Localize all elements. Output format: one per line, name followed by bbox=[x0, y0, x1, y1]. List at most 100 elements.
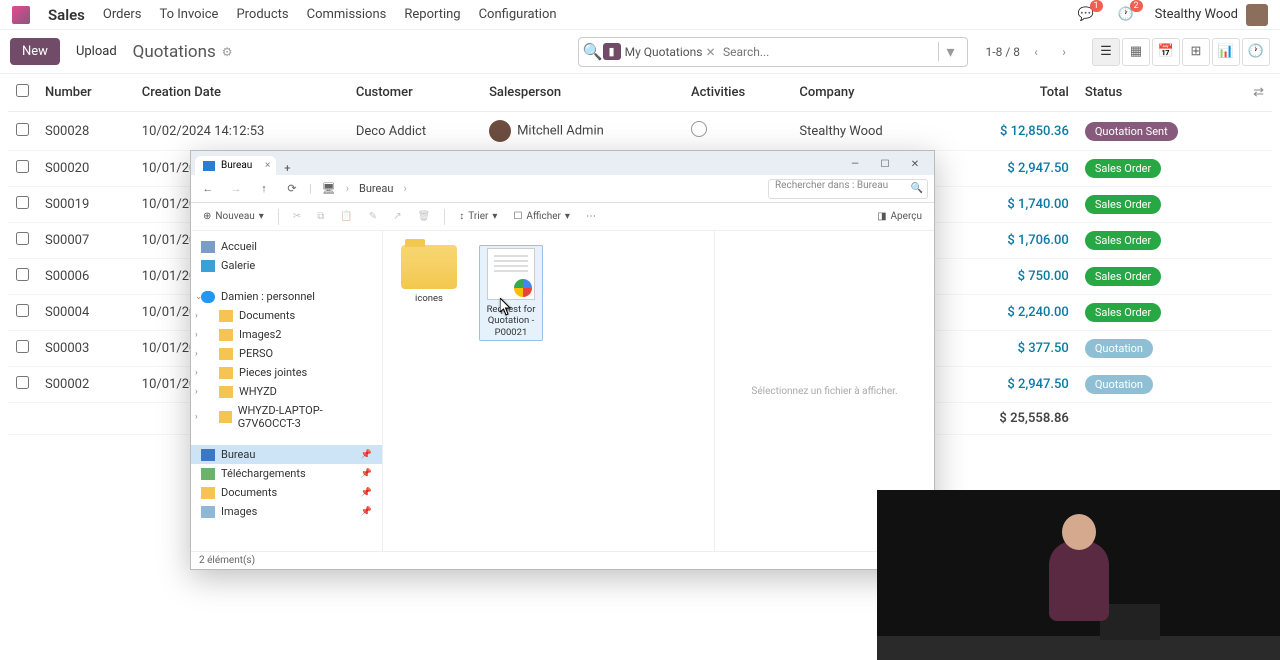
nav-back-icon[interactable]: ← bbox=[197, 178, 219, 200]
th-company[interactable]: Company bbox=[791, 74, 945, 112]
file-rfq[interactable]: Request for Quotation - P00021 bbox=[479, 245, 543, 341]
nav-reporting[interactable]: Reporting bbox=[404, 7, 460, 22]
sidebar-pieces[interactable]: ›Pieces jointes bbox=[191, 363, 382, 382]
search-box[interactable]: 🔍 ▮ My Quotations × ▾ bbox=[578, 37, 968, 67]
user-menu[interactable]: Stealthy Wood bbox=[1155, 4, 1268, 26]
cell-total: $ 12,850.36 bbox=[945, 112, 1077, 151]
cell-number: S00007 bbox=[37, 223, 134, 259]
explorer-toolbar: ⊕ Nouveau ▾ ✂ ⧉ 📋 ✎ ↗ 🗑 ↕ Trier ▾ ☐ Affi… bbox=[191, 203, 934, 231]
row-checkbox[interactable] bbox=[16, 376, 29, 389]
row-checkbox[interactable] bbox=[16, 232, 29, 245]
maximize-button[interactable]: ☐ bbox=[870, 153, 900, 175]
filter-remove[interactable]: × bbox=[706, 42, 715, 61]
th-total[interactable]: Total bbox=[945, 74, 1077, 112]
view-kanban[interactable]: ▦ bbox=[1122, 38, 1150, 66]
view-graph[interactable]: 📊 bbox=[1212, 38, 1240, 66]
cell-status: Sales Order bbox=[1077, 295, 1245, 331]
preview-hint: Sélectionnez un fichier à afficher. bbox=[751, 386, 897, 397]
nav-products[interactable]: Products bbox=[236, 7, 288, 22]
cell-status: Quotation Sent bbox=[1077, 112, 1245, 151]
sidebar-documents[interactable]: ›Documents bbox=[191, 306, 382, 325]
row-checkbox[interactable] bbox=[16, 196, 29, 209]
user-name: Stealthy Wood bbox=[1155, 7, 1238, 22]
row-checkbox[interactable] bbox=[16, 123, 29, 136]
row-checkbox[interactable] bbox=[16, 160, 29, 173]
close-window-button[interactable]: ✕ bbox=[900, 153, 930, 175]
view-menu-button[interactable]: ☐ Afficher ▾ bbox=[507, 209, 576, 224]
preview-toggle[interactable]: ◨ Aperçu bbox=[871, 209, 928, 224]
th-salesperson[interactable]: Salesperson bbox=[481, 74, 683, 112]
cell-activities[interactable] bbox=[683, 112, 791, 151]
nav-to-invoice[interactable]: To Invoice bbox=[159, 7, 218, 22]
filter-chip[interactable]: ▮ bbox=[603, 43, 621, 60]
view-calendar[interactable]: 📅 bbox=[1152, 38, 1180, 66]
upload-button[interactable]: Upload bbox=[68, 38, 125, 65]
app-logo[interactable] bbox=[12, 6, 30, 24]
select-all-checkbox[interactable] bbox=[16, 84, 29, 97]
view-list[interactable]: ☰ bbox=[1092, 38, 1120, 66]
clock-icon bbox=[691, 121, 707, 137]
nav-orders[interactable]: Orders bbox=[103, 7, 142, 22]
nav-forward-icon[interactable]: → bbox=[225, 178, 247, 200]
nav-up-icon[interactable]: ↑ bbox=[253, 178, 275, 200]
explorer-tab-label: Bureau bbox=[221, 160, 252, 171]
app-name[interactable]: Sales bbox=[48, 6, 85, 24]
expand-columns-icon[interactable]: ⇄ bbox=[1245, 74, 1272, 112]
pager-prev[interactable]: ‹ bbox=[1024, 40, 1048, 64]
cell-status: Quotation bbox=[1077, 331, 1245, 367]
th-activities[interactable]: Activities bbox=[683, 74, 791, 112]
sidebar-whyzd-laptop[interactable]: ›WHYZD-LAPTOP-G7V6OCCT-3 bbox=[191, 401, 382, 433]
th-customer[interactable]: Customer bbox=[348, 74, 481, 112]
nav-refresh-icon[interactable]: ⟳ bbox=[281, 178, 303, 200]
sidebar-documents2[interactable]: Documents📌 bbox=[191, 483, 382, 502]
sidebar-images2[interactable]: ›Images2 bbox=[191, 325, 382, 344]
sidebar-personal[interactable]: ⌄Damien : personnel bbox=[191, 287, 382, 306]
search-dropdown[interactable]: ▾ bbox=[938, 42, 963, 61]
folder-icones[interactable]: icones bbox=[397, 245, 461, 304]
cell-total: $ 377.50 bbox=[945, 331, 1077, 367]
cell-customer: Deco Addict bbox=[348, 112, 481, 151]
th-number[interactable]: Number bbox=[37, 74, 134, 112]
gear-icon[interactable]: ⚙ bbox=[222, 45, 233, 59]
view-pivot[interactable]: ⊞ bbox=[1182, 38, 1210, 66]
th-creation[interactable]: Creation Date bbox=[134, 74, 348, 112]
explorer-search[interactable]: Rechercher dans : Bureau 🔍 bbox=[768, 179, 928, 199]
status-badge: Sales Order bbox=[1085, 195, 1161, 214]
activities-icon[interactable]: 🕐2 bbox=[1115, 4, 1137, 26]
nav-commissions[interactable]: Commissions bbox=[307, 7, 387, 22]
explorer-tab[interactable]: Bureau × bbox=[195, 156, 276, 175]
row-checkbox[interactable] bbox=[16, 268, 29, 281]
cell-number: S00020 bbox=[37, 151, 134, 187]
nav-configuration[interactable]: Configuration bbox=[479, 7, 557, 22]
explorer-file-pane[interactable]: icones Request for Quotation - P00021 bbox=[383, 231, 714, 551]
sidebar-downloads[interactable]: Téléchargements📌 bbox=[191, 464, 382, 483]
sidebar-home[interactable]: Accueil bbox=[191, 237, 382, 256]
messages-badge: 1 bbox=[1090, 0, 1103, 12]
close-tab-icon[interactable]: × bbox=[265, 160, 270, 171]
sidebar-gallery[interactable]: Galerie bbox=[191, 256, 382, 275]
sidebar-bureau[interactable]: Bureau📌 bbox=[191, 445, 382, 464]
new-tab-button[interactable]: + bbox=[276, 162, 298, 175]
sidebar-perso[interactable]: ›PERSO bbox=[191, 344, 382, 363]
view-activity[interactable]: 🕐 bbox=[1242, 38, 1270, 66]
row-checkbox[interactable] bbox=[16, 340, 29, 353]
sidebar-whyzd[interactable]: ›WHYZD bbox=[191, 382, 382, 401]
search-input[interactable] bbox=[719, 45, 938, 59]
pin-icon: 📌 bbox=[361, 507, 372, 517]
sort-menu-button[interactable]: ↕ Trier ▾ bbox=[453, 209, 503, 224]
breadcrumb-title: Quotations bbox=[133, 42, 216, 62]
new-button[interactable]: New bbox=[10, 38, 60, 65]
sidebar-images[interactable]: Images📌 bbox=[191, 502, 382, 521]
more-menu-button[interactable]: ⋯ bbox=[580, 209, 602, 224]
breadcrumb-bureau[interactable]: Bureau bbox=[355, 182, 397, 195]
th-status[interactable]: Status bbox=[1077, 74, 1245, 112]
minimize-button[interactable]: — bbox=[840, 153, 870, 175]
messages-icon[interactable]: 💬1 bbox=[1075, 4, 1097, 26]
new-menu-button[interactable]: ⊕ Nouveau ▾ bbox=[197, 209, 270, 224]
table-row[interactable]: S00028 10/02/2024 14:12:53 Deco Addict M… bbox=[8, 112, 1272, 151]
row-checkbox[interactable] bbox=[16, 304, 29, 317]
pager-next[interactable]: › bbox=[1052, 40, 1076, 64]
explorer-tabbar: Bureau × + — ☐ ✕ bbox=[191, 151, 934, 175]
cell-total: $ 2,240.00 bbox=[945, 295, 1077, 331]
search-icon: 🔍 bbox=[911, 183, 923, 194]
